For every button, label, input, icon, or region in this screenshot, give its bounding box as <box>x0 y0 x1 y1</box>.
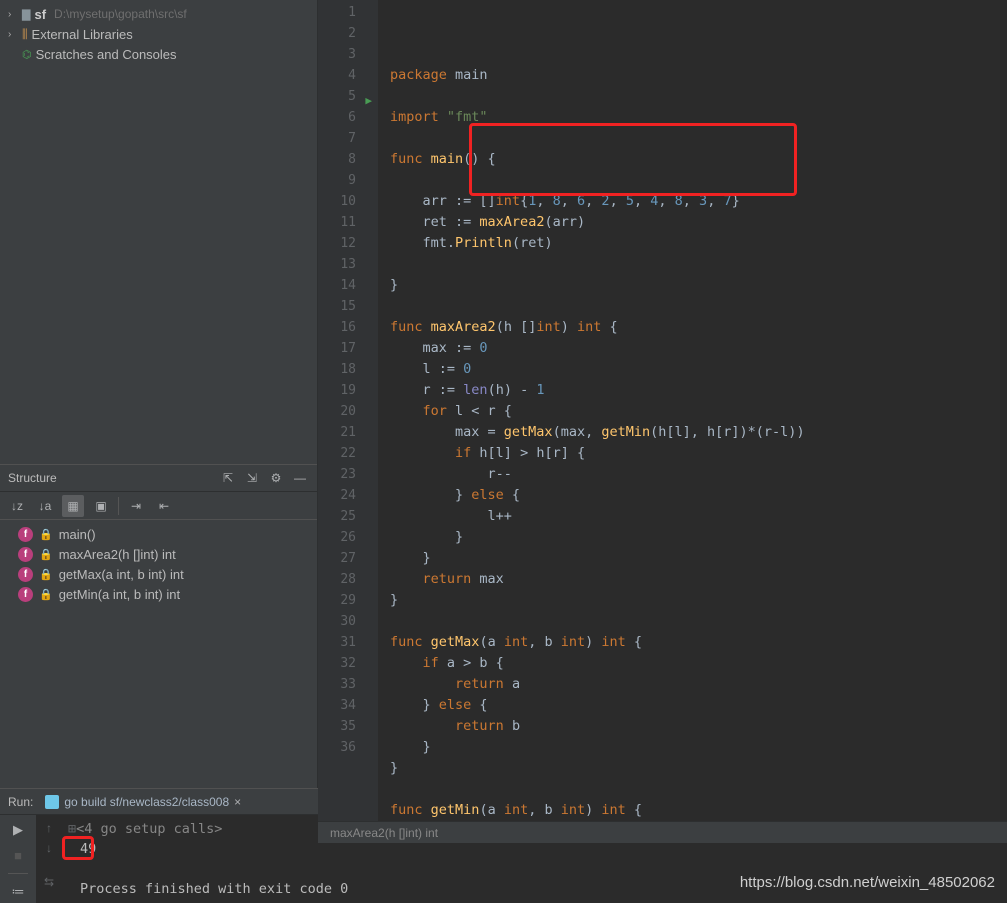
structure-header: Structure ⇱ ⇲ ⚙ — <box>0 464 317 492</box>
structure-item-label: main() <box>59 527 96 542</box>
structure-item[interactable]: f 🔒 getMin(a int, b int) int <box>0 584 317 604</box>
scratches-label: Scratches and Consoles <box>36 47 177 62</box>
gutter: 12345▶6789101112131415161718192021222324… <box>318 0 378 821</box>
chevron-right-icon: › <box>8 29 18 40</box>
structure-item[interactable]: f 🔒 maxArea2(h []int) int <box>0 544 317 564</box>
sort-alpha-icon[interactable]: ↓a <box>34 495 56 517</box>
function-badge-icon: f <box>18 547 33 562</box>
folder-icon: ▇ <box>22 8 30 21</box>
run-output-value: 49 <box>68 839 1001 859</box>
structure-list: f 🔒 main() f 🔒 maxArea2(h []int) int f 🔒… <box>0 520 317 608</box>
filter-icon[interactable]: ▦ <box>62 495 84 517</box>
code-area[interactable]: package main import "fmt" func main() { … <box>378 0 1007 821</box>
project-root-path: D:\mysetup\gopath\src\sf <box>54 7 187 21</box>
lock-icon: 🔒 <box>39 588 53 601</box>
up-icon[interactable]: ↑ <box>46 821 52 835</box>
watermark: https://blog.csdn.net/weixin_48502062 <box>740 874 995 891</box>
chevron-right-icon: › <box>8 9 18 20</box>
structure-item-label: getMin(a int, b int) int <box>59 587 180 602</box>
project-root-name: sf <box>34 7 46 22</box>
run-sidebar-2: ↑ ↓ ⇆ <box>36 815 62 903</box>
lock-icon: 🔒 <box>39 568 53 581</box>
function-badge-icon: f <box>18 587 33 602</box>
function-badge-icon: f <box>18 527 33 542</box>
stop-icon[interactable]: ■ <box>9 846 27 864</box>
code-editor[interactable]: 12345▶6789101112131415161718192021222324… <box>318 0 1007 821</box>
run-tab-label: go build sf/newclass2/class008 <box>64 795 229 809</box>
settings-icon[interactable]: ⚙ <box>267 469 285 487</box>
library-icon: ⫼ <box>22 27 28 42</box>
folder-view-icon[interactable]: ▣ <box>90 495 112 517</box>
run-label: Run: <box>8 795 33 809</box>
scratches-item[interactable]: ⌬ Scratches and Consoles <box>0 44 317 64</box>
minimize-icon[interactable]: — <box>291 469 309 487</box>
structure-title: Structure <box>8 471 213 485</box>
rerun-icon[interactable]: ▶ <box>9 821 27 839</box>
left-column: › ▇ sf D:\mysetup\gopath\src\sf › ⫼ Exte… <box>0 0 318 788</box>
project-root-item[interactable]: › ▇ sf D:\mysetup\gopath\src\sf <box>0 4 317 24</box>
softwrap-icon[interactable]: ⇆ <box>44 875 54 889</box>
close-icon[interactable]: × <box>234 795 241 809</box>
structure-item-label: getMax(a int, b int) int <box>59 567 184 582</box>
structure-toolbar: ↓z ↓a ▦ ▣ ⇥ ⇤ <box>0 492 317 520</box>
structure-item[interactable]: f 🔒 getMax(a int, b int) int <box>0 564 317 584</box>
lock-icon: 🔒 <box>39 528 53 541</box>
highlight-box <box>62 836 94 860</box>
function-badge-icon: f <box>18 567 33 582</box>
run-sidebar: ▶ ■ ≔ <box>0 815 36 903</box>
collapse-all-icon[interactable]: ⇲ <box>243 469 261 487</box>
structure-item-label: maxArea2(h []int) int <box>59 547 176 562</box>
run-tab[interactable]: go build sf/newclass2/class008 × <box>39 791 247 813</box>
structure-item[interactable]: f 🔒 main() <box>0 524 317 544</box>
sort-icon[interactable]: ↓z <box>6 495 28 517</box>
project-tree: › ▇ sf D:\mysetup\gopath\src\sf › ⫼ Exte… <box>0 0 317 68</box>
scratches-icon: ⌬ <box>22 48 32 61</box>
setup-calls[interactable]: <4 go setup calls> <box>76 821 222 837</box>
external-libraries-item[interactable]: › ⫼ External Libraries <box>0 24 317 44</box>
autoscroll-from-icon[interactable]: ⇤ <box>153 495 175 517</box>
lock-icon: 🔒 <box>39 548 53 561</box>
autoscroll-to-icon[interactable]: ⇥ <box>125 495 147 517</box>
external-libraries-label: External Libraries <box>32 27 133 42</box>
down-icon[interactable]: ↓ <box>46 841 52 855</box>
layout-icon[interactable]: ≔ <box>9 883 27 901</box>
go-icon <box>45 795 59 809</box>
highlight-box <box>469 123 797 196</box>
expand-all-icon[interactable]: ⇱ <box>219 469 237 487</box>
